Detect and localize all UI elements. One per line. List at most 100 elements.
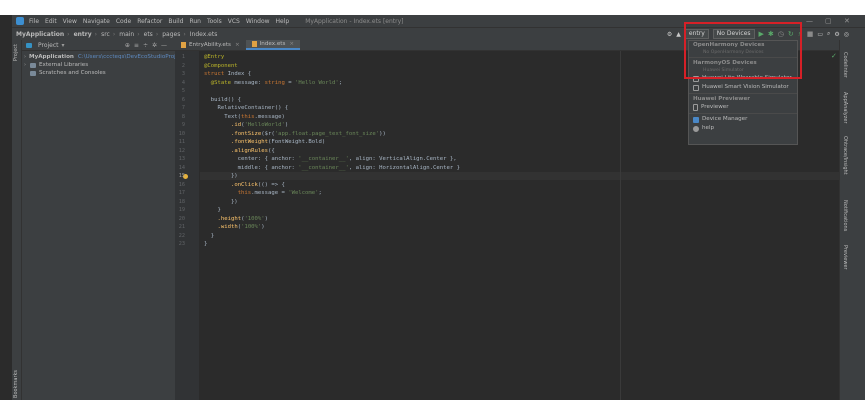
tree-item-external-libraries[interactable]: › External Libraries — [24, 61, 175, 69]
menu-file[interactable]: File — [29, 18, 39, 25]
codelinter-tool-tab[interactable]: Codelinter — [842, 52, 848, 78]
code-line[interactable]: @Entry — [204, 54, 224, 60]
line-number: 11 — [178, 139, 185, 145]
code-line[interactable]: .height('100%') — [204, 216, 268, 222]
menu-tools[interactable]: Tools — [207, 18, 222, 25]
dropdown-item-help[interactable]: help — [689, 124, 797, 133]
code-line[interactable]: .fontSize($r('app.float.page_text_font_s… — [204, 131, 386, 137]
search-icon[interactable]: ⌕ — [827, 30, 830, 38]
appanalyzer-tool-tab[interactable]: AppAnalyzer — [842, 92, 848, 124]
help-icon — [693, 125, 699, 132]
line-number: 16 — [178, 181, 185, 188]
code-line[interactable]: .id('HelloWorld') — [204, 122, 288, 128]
breadcrumb-src[interactable]: src — [101, 31, 110, 38]
chevron-down-icon[interactable]: ▾ — [62, 42, 65, 49]
code-line[interactable]: } — [204, 233, 214, 239]
code-line[interactable]: .fontWeight(FontWeight.Bold) — [204, 139, 325, 145]
menu-window[interactable]: Window — [246, 18, 270, 25]
tree-item-project[interactable]: › MyApplication C:\Users\cccteqs\DevEcoS… — [24, 53, 179, 61]
tab-index[interactable]: Index.ets × — [245, 40, 301, 50]
breadcrumb-ets[interactable]: ets — [144, 31, 153, 38]
expand-icon[interactable]: ÷ — [143, 42, 152, 49]
line-number: 18 — [178, 198, 185, 205]
tv-icon — [693, 84, 699, 91]
menu-refactor[interactable]: Refactor — [137, 18, 162, 25]
account-icon[interactable]: ◎ — [844, 31, 849, 38]
breadcrumb-module[interactable]: entry — [74, 31, 92, 38]
hide-icon[interactable]: — — [161, 42, 171, 49]
tree-item-label: Scratches and Consoles — [39, 70, 106, 76]
code-line[interactable]: build() { — [204, 97, 241, 103]
dropdown-group-header: Huawei Previewer — [693, 96, 750, 102]
breadcrumb-project[interactable]: MyApplication — [16, 31, 64, 38]
device-manager-toolbar-icon[interactable]: ▭ — [817, 31, 823, 38]
code-line[interactable]: @Component — [204, 63, 238, 69]
menu-navigate[interactable]: Navigate — [83, 18, 110, 25]
code-line[interactable]: } — [204, 241, 207, 247]
dropdown-item-device-manager[interactable]: Device Manager — [689, 115, 797, 124]
project-view-select[interactable]: Project — [38, 42, 59, 49]
maximize-button[interactable]: ▢ — [825, 17, 832, 25]
menu-help[interactable]: Help — [276, 18, 290, 25]
code-line[interactable]: struct Index { — [204, 71, 251, 77]
code-line[interactable]: RelativeContainer() { — [204, 105, 288, 111]
notifications-tool-tab[interactable]: Notifications — [842, 200, 848, 231]
highlight-annotation-box — [684, 22, 802, 79]
code-line[interactable]: } — [204, 207, 220, 213]
menu-run[interactable]: Run — [189, 18, 201, 25]
breadcrumb-separator: › — [112, 30, 116, 38]
device-manager-icon — [693, 116, 699, 123]
breadcrumb-pages[interactable]: pages — [162, 31, 180, 38]
code-line[interactable]: center: { anchor: '__container__', align… — [204, 156, 457, 162]
line-number: 17 — [178, 190, 185, 196]
right-margin-guide — [620, 51, 621, 400]
code-line[interactable]: .alignRules({ — [204, 148, 275, 154]
line-number: 3 — [181, 71, 185, 77]
stop-icon[interactable]: ■ — [807, 30, 814, 38]
code-line[interactable]: }) — [204, 199, 238, 205]
sync-icon[interactable]: ⚙ — [667, 31, 672, 38]
tab-label: Index.ets — [259, 41, 286, 47]
bookmarks-tool-tab[interactable]: Bookmarks — [13, 370, 19, 398]
collapse-all-icon[interactable]: ≡ — [134, 42, 143, 49]
tab-entryability[interactable]: EntryAbility.ets × — [175, 40, 246, 50]
line-number: 15 — [178, 173, 185, 179]
breadcrumb-separator: › — [137, 30, 140, 38]
run-config-icon: ▲ — [676, 30, 681, 38]
project-view-icon — [26, 42, 32, 48]
dropdown-item-smart-vision[interactable]: Huawei Smart Vision Simulator — [689, 83, 797, 92]
code-line[interactable]: @State message: string = 'Hello World'; — [204, 80, 342, 86]
settings-icon[interactable]: ⚙ — [834, 31, 839, 38]
code-line[interactable]: .width('100%') — [204, 224, 264, 230]
previewer-tool-tab[interactable]: Previewer — [842, 245, 848, 270]
code-line[interactable]: this.message = 'Welcome'; — [204, 190, 322, 196]
project-tool-tab[interactable]: Project — [13, 44, 19, 61]
gear-icon[interactable]: ✲ — [152, 42, 161, 49]
project-panel-tools: ⊕≡÷✲— — [125, 42, 171, 49]
code-line[interactable]: middle: { anchor: '__container__', align… — [204, 165, 460, 171]
minimize-button[interactable]: — — [806, 17, 813, 25]
ets-file-icon — [251, 41, 257, 47]
close-icon[interactable]: × — [235, 42, 240, 48]
close-button[interactable]: ✕ — [844, 17, 850, 25]
line-number: 5 — [181, 88, 185, 94]
code-line[interactable]: Text(this.message) — [204, 114, 285, 120]
tree-item-scratches[interactable]: Scratches and Consoles — [24, 69, 175, 77]
chevron-right-icon[interactable]: › — [24, 53, 26, 61]
menu-build[interactable]: Build — [168, 18, 183, 25]
code-line[interactable]: .onClick(() => { — [204, 182, 285, 188]
dropdown-item-previewer[interactable]: Previewer — [689, 103, 797, 112]
code-line[interactable]: }) — [204, 173, 238, 179]
menu-view[interactable]: View — [63, 18, 77, 25]
menu-edit[interactable]: Edit — [45, 18, 57, 25]
close-icon[interactable]: × — [289, 41, 294, 47]
locate-icon[interactable]: ⊕ — [125, 42, 134, 49]
dropdown-item-label: Device Manager — [702, 116, 748, 122]
breadcrumb-file[interactable]: Index.ets — [190, 31, 218, 38]
insight-tool-tab[interactable]: Ohtrace/Insight — [842, 136, 848, 175]
menu-vcs[interactable]: VCS — [228, 18, 240, 25]
tree-item-path: C:\Users\cccteqs\DevEcoStudioProje — [77, 54, 180, 60]
inspection-ok-icon: ✓ — [831, 52, 837, 60]
menu-code[interactable]: Code — [116, 18, 131, 25]
breadcrumb-main[interactable]: main — [119, 31, 134, 38]
